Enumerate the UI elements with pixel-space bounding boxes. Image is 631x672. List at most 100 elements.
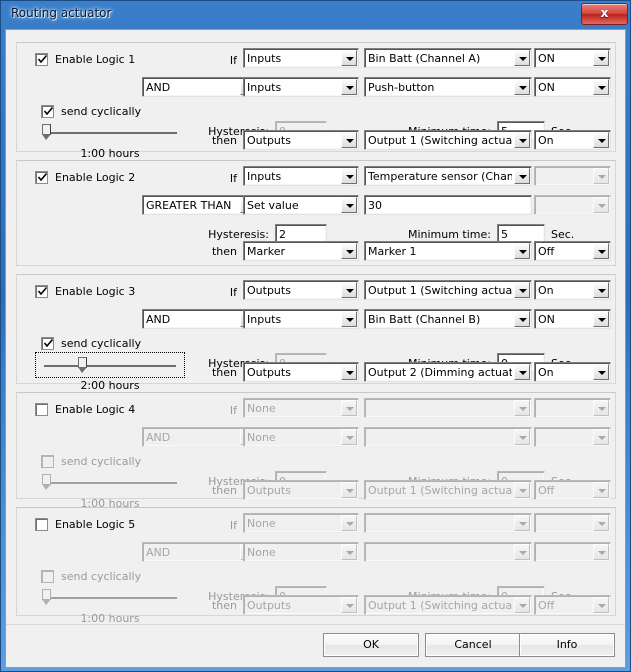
logic-3-condition2-source-dropdown-button[interactable] — [341, 311, 357, 327]
logic-4-condition1-object-dropdown-button — [514, 400, 530, 416]
logic-5-condition2-source-dropdown-button — [341, 544, 357, 560]
logic-3-condition1-source-dropdown-button[interactable] — [341, 282, 357, 298]
logic-1-condition2-source[interactable]: Inputs — [243, 77, 359, 97]
logic-1-condition1-object[interactable]: Bin Batt (Channel A) — [364, 48, 532, 68]
chevron-down-icon — [598, 289, 606, 293]
logic-3-condition1-object[interactable]: Output 1 (Switching actuator) — [364, 280, 532, 300]
logic-1-cycle-slider-thumb[interactable] — [42, 124, 51, 141]
logic-2-operator[interactable]: GREATER THAN — [142, 195, 258, 215]
logic-3-condition1-source[interactable]: Outputs — [243, 280, 359, 300]
logic-2-condition2-state — [534, 195, 611, 215]
logic-3-cycle-slider-thumb[interactable] — [78, 357, 87, 374]
logic-1-action-state[interactable]: On — [534, 130, 611, 150]
logic-1-action-object-dropdown-button[interactable] — [514, 132, 530, 148]
logic-1-cycle-slider-rail — [43, 132, 177, 134]
logic-2-condition1-source[interactable]: Inputs — [243, 166, 359, 186]
logic-1-condition1-object-dropdown-button[interactable] — [514, 50, 530, 66]
logic-3-action-object-dropdown-button[interactable] — [514, 364, 530, 380]
logic-5-condition2-source-value: None — [247, 546, 276, 559]
logic-2-condition1-object-dropdown-button[interactable] — [514, 168, 530, 184]
chevron-down-icon — [519, 371, 527, 375]
logic-1-action-object[interactable]: Output 1 (Switching actuator) — [364, 130, 532, 150]
close-button[interactable]: x — [581, 3, 628, 25]
logic-4-action-object: Output 1 (Switching actuator) — [364, 480, 532, 500]
logic-1-operator[interactable]: AND — [142, 77, 258, 97]
chevron-down-icon — [519, 318, 527, 322]
chevron-down-icon — [598, 57, 606, 61]
logic-4-condition2-source-dropdown-button — [341, 429, 357, 445]
close-icon: x — [600, 6, 609, 20]
logic-4-action-object-value: Output 1 (Switching actuator) — [368, 484, 512, 497]
logic-1-cycle-slider[interactable] — [35, 120, 185, 146]
logic-3-condition2-object[interactable]: Bin Batt (Channel B) — [364, 309, 532, 329]
cancel-button[interactable]: Cancel — [425, 633, 521, 657]
enable-logic-5-checkbox[interactable] — [35, 518, 48, 531]
logic-3-condition2-source[interactable]: Inputs — [243, 309, 359, 329]
logic-3-cycle-slider[interactable] — [35, 352, 185, 378]
logic-1-operator-value: AND — [146, 81, 171, 94]
logic-3-action-target-dropdown-button[interactable] — [341, 364, 357, 380]
logic-2-condition1-object[interactable]: Temperature sensor (Channel. — [364, 166, 532, 186]
logic-1-action-target-dropdown-button[interactable] — [341, 132, 357, 148]
logic-1-condition2-source-dropdown-button[interactable] — [341, 79, 357, 95]
enable-logic-1-checkbox[interactable] — [35, 53, 48, 66]
logic-3-action-target[interactable]: Outputs — [243, 362, 359, 382]
dialog-client-area: Enable Logic 1 If Inputs Bin Batt (Channel … — [5, 29, 626, 668]
logic-3-condition2-state[interactable]: ON — [534, 309, 611, 329]
logic-1-condition1-source[interactable]: Inputs — [243, 48, 359, 68]
info-button[interactable]: Info — [519, 633, 615, 657]
logic-2-condition2-source[interactable]: Set value — [243, 195, 359, 215]
logic-2-action-object[interactable]: Marker 1 — [364, 241, 532, 261]
logic-1-action-state-dropdown-button[interactable] — [593, 132, 609, 148]
logic-2-condition1-source-dropdown-button[interactable] — [341, 168, 357, 184]
logic-1-action-target[interactable]: Outputs — [243, 130, 359, 150]
check-icon — [37, 54, 48, 64]
logic-1-condition1-source-dropdown-button[interactable] — [341, 50, 357, 66]
logic-1-condition2-object-dropdown-button[interactable] — [514, 79, 530, 95]
logic-1-condition1-state[interactable]: ON — [534, 48, 611, 68]
enable-logic-2-checkbox[interactable] — [35, 171, 48, 184]
logic-2-action-state-dropdown-button[interactable] — [593, 243, 609, 259]
logic-5-condition2-object-dropdown-button — [514, 544, 530, 560]
chevron-down-icon — [346, 551, 354, 555]
logic-4-condition1-object — [364, 398, 532, 418]
logic-1-condition2-state[interactable]: ON — [534, 77, 611, 97]
logic-1-condition2-state-dropdown-button[interactable] — [593, 79, 609, 95]
logic-2-condition2-value[interactable]: 30 — [364, 195, 532, 215]
logic-1-action-object-value: Output 1 (Switching actuator) — [368, 134, 512, 147]
logic-3-operator[interactable]: AND — [142, 309, 258, 329]
logic-2-action-object-dropdown-button[interactable] — [514, 243, 530, 259]
logic-2-action-target-dropdown-button[interactable] — [341, 243, 357, 259]
logic-3-condition1-object-dropdown-button[interactable] — [514, 282, 530, 298]
logic-4-action-state-value: Off — [538, 484, 555, 497]
logic-5-condition1-state — [534, 513, 611, 533]
logic-3-condition2-object-dropdown-button[interactable] — [514, 311, 530, 327]
logic-2-condition2-source-dropdown-button[interactable] — [341, 197, 357, 213]
logic-3-send-cyclically-checkbox[interactable] — [41, 337, 54, 350]
logic-5-condition1-state-dropdown-button — [593, 515, 609, 531]
logic-3-action-object[interactable]: Output 2 (Dimming actuator) — [364, 362, 532, 382]
enable-logic-3-checkbox[interactable] — [35, 285, 48, 298]
logic-2-condition1-object-value: Temperature sensor (Channel. — [368, 170, 512, 183]
dialog-window: Routing actuator x Enable Logic 1 If Input… — [0, 0, 631, 672]
button-bar-separator — [6, 624, 625, 625]
logic-1-condition1-state-dropdown-button[interactable] — [593, 50, 609, 66]
logic-2-condition2-state-dropdown-button — [593, 197, 609, 213]
ok-button[interactable]: OK — [323, 633, 419, 657]
logic-3-condition2-state-dropdown-button[interactable] — [593, 311, 609, 327]
logic-3-action-state[interactable]: On — [534, 362, 611, 382]
chevron-down-icon — [598, 604, 606, 608]
logic-3-condition1-state[interactable]: On — [534, 280, 611, 300]
logic-2-action-state[interactable]: Off — [534, 241, 611, 261]
logic-3-condition1-state-dropdown-button[interactable] — [593, 282, 609, 298]
enable-logic-4-checkbox[interactable] — [35, 403, 48, 416]
logic-1-condition2-object[interactable]: Push-button — [364, 77, 532, 97]
logic-1-action-state-value: On — [538, 134, 554, 147]
chevron-down-icon — [598, 86, 606, 90]
logic-4-action-target: Outputs — [243, 480, 359, 500]
logic-5-condition2-state-dropdown-button — [593, 544, 609, 560]
logic-1-send-cyclically-checkbox[interactable] — [41, 105, 54, 118]
logic-3-action-state-dropdown-button[interactable] — [593, 364, 609, 380]
logic-5-action-state-value: Off — [538, 599, 555, 612]
logic-2-action-target[interactable]: Marker — [243, 241, 359, 261]
